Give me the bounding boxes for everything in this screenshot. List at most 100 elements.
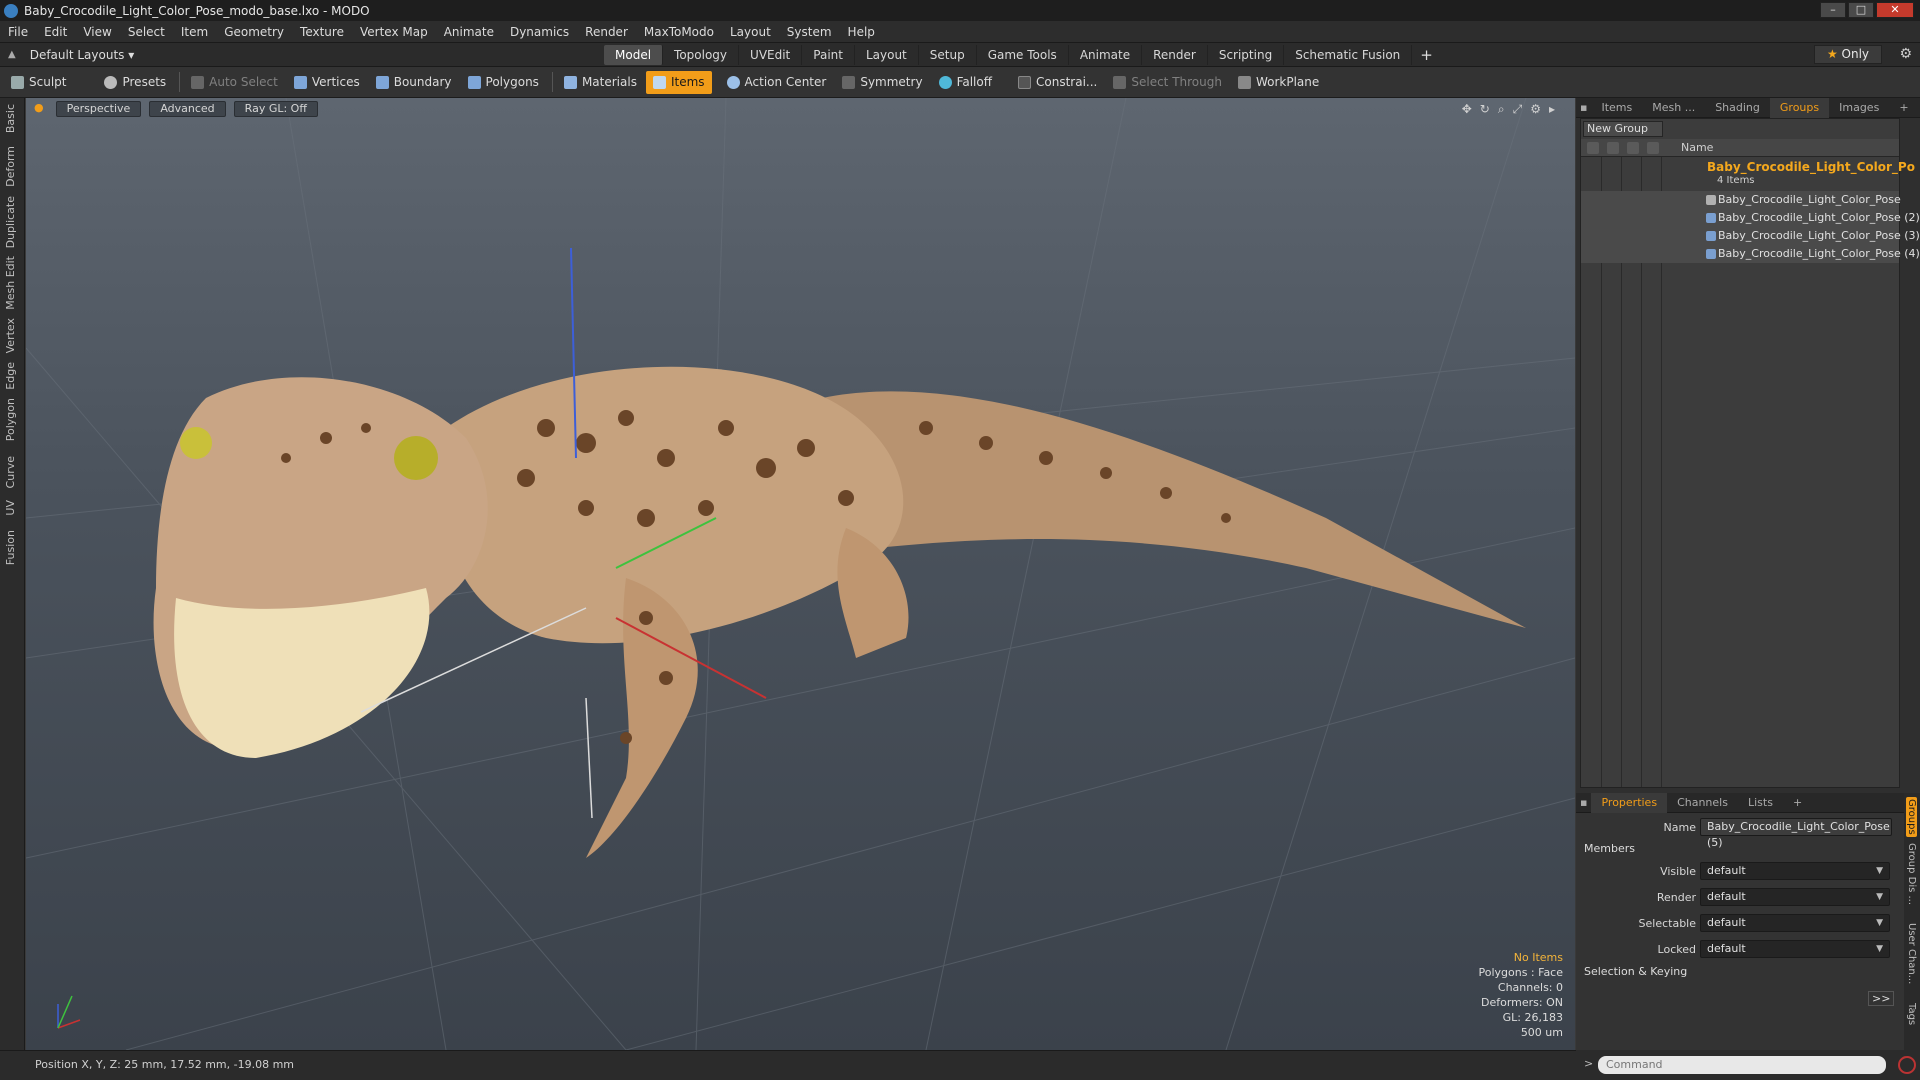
rotate-icon[interactable]: ↻ (1480, 102, 1490, 117)
tab-lists[interactable]: Lists (1738, 793, 1783, 813)
advanced-button[interactable]: Advanced (149, 101, 226, 117)
left-tab-vertex[interactable]: Vertex (4, 318, 17, 353)
menu-vertex-map[interactable]: Vertex Map (360, 25, 428, 39)
tab-render[interactable]: Render (1142, 44, 1208, 65)
left-tab-polygon[interactable]: Polygon (4, 398, 17, 441)
add-panel-tab-icon[interactable]: + (1889, 98, 1918, 118)
side-tab-user-channels[interactable]: User Chan... (1906, 923, 1917, 984)
command-stop-icon[interactable] (1898, 1056, 1916, 1074)
panel-menu-icon[interactable]: ▪ (1576, 98, 1591, 118)
tab-setup[interactable]: Setup (919, 44, 977, 65)
minimize-button[interactable]: – (1820, 2, 1846, 18)
more-button[interactable]: >> (1868, 991, 1895, 1006)
members-section[interactable]: Members (1584, 842, 1635, 855)
sculpt-button[interactable]: Sculpt (4, 71, 73, 94)
tab-paint[interactable]: Paint (802, 44, 855, 65)
tab-schematic-fusion[interactable]: Schematic Fusion (1284, 44, 1413, 65)
viewport-menu-dot-icon[interactable]: ● (30, 101, 48, 117)
materials-button[interactable]: Materials (557, 71, 644, 94)
selectable-select[interactable]: default ▼ (1700, 914, 1890, 932)
symmetry-button[interactable]: Symmetry (835, 71, 929, 94)
command-input[interactable]: Command (1598, 1056, 1886, 1074)
tab-animate[interactable]: Animate (1069, 44, 1143, 65)
tab-topology[interactable]: Topology (663, 44, 740, 65)
tab-scripting[interactable]: Scripting (1208, 44, 1285, 65)
visible-select[interactable]: default ▼ (1700, 862, 1890, 880)
falloff-button[interactable]: Falloff (932, 71, 999, 94)
only-button[interactable]: ★ Only (1814, 45, 1882, 64)
left-tab-curve[interactable]: Curve (4, 456, 17, 488)
pan-icon[interactable]: ✥ (1462, 102, 1472, 117)
render-select[interactable]: default ▼ (1700, 888, 1890, 906)
menu-texture[interactable]: Texture (300, 25, 344, 39)
group-item-row[interactable]: Baby_Crocodile_Light_Color_Pose (1581, 191, 1901, 209)
lock-column-icon[interactable] (1627, 142, 1639, 154)
menu-view[interactable]: View (83, 25, 111, 39)
menu-render[interactable]: Render (585, 25, 628, 39)
zoom-icon[interactable]: ⌕ (1498, 102, 1505, 117)
left-tab-edge[interactable]: Edge (4, 362, 17, 390)
menu-item[interactable]: Item (181, 25, 208, 39)
tab-images[interactable]: Images (1829, 98, 1889, 118)
boundary-button[interactable]: Boundary (369, 71, 459, 94)
ray-gl-button[interactable]: Ray GL: Off (233, 101, 318, 117)
add-properties-tab-icon[interactable]: + (1783, 793, 1812, 813)
workplane-button[interactable]: WorkPlane (1231, 71, 1326, 94)
tab-game-tools[interactable]: Game Tools (977, 44, 1069, 65)
tab-groups[interactable]: Groups (1769, 97, 1830, 118)
side-tab-group-display[interactable]: Group Dis ... (1906, 843, 1917, 905)
menu-layout[interactable]: Layout (730, 25, 771, 39)
left-tab-uv[interactable]: UV (4, 500, 17, 516)
new-group-button[interactable]: New Group (1583, 121, 1663, 137)
tab-properties[interactable]: Properties (1591, 792, 1668, 813)
maximize-viewport-icon[interactable]: ⤢ (1513, 102, 1523, 117)
tab-items[interactable]: Items (1591, 98, 1642, 118)
menu-help[interactable]: Help (848, 25, 875, 39)
menu-dynamics[interactable]: Dynamics (510, 25, 569, 39)
select-through-button[interactable]: Select Through (1106, 71, 1229, 94)
menu-animate[interactable]: Animate (444, 25, 494, 39)
viewport-settings-icon[interactable]: ⚙ (1530, 102, 1541, 117)
left-tab-deform[interactable]: Deform (4, 146, 17, 187)
render-column-icon[interactable] (1607, 142, 1619, 154)
tab-model[interactable]: Model (604, 44, 664, 65)
action-center-button[interactable]: Action Center (720, 71, 834, 94)
group-item-row[interactable]: Baby_Crocodile_Light_Color_Pose (3) (1581, 227, 1920, 245)
3d-viewport[interactable]: ● Perspective Advanced Ray GL: Off ✥ ↻ ⌕… (26, 98, 1575, 1050)
menu-maxtomodo[interactable]: MaxToModo (644, 25, 714, 39)
properties-menu-icon[interactable]: ▪ (1576, 793, 1591, 813)
left-tab-duplicate[interactable]: Duplicate (4, 196, 17, 248)
group-item-row[interactable]: Baby_Crocodile_Light_Color_Pose (4) (1581, 245, 1920, 263)
auto-select-button[interactable]: Auto Select (184, 71, 285, 94)
gear-icon[interactable]: ⚙ (1899, 46, 1912, 62)
presets-button[interactable]: Presets (97, 71, 173, 94)
side-tab-tags[interactable]: Tags (1906, 1003, 1917, 1025)
maximize-button[interactable]: □ (1848, 2, 1874, 18)
group-item-row[interactable]: Baby_Crocodile_Light_Color_Pose (2) (1581, 209, 1920, 227)
left-tab-mesh-edit[interactable]: Mesh Edit (4, 256, 17, 310)
tab-mesh[interactable]: Mesh ... (1642, 98, 1705, 118)
items-button[interactable]: Items (645, 70, 712, 94)
group-name-input[interactable]: Baby_Crocodile_Light_Color_Pose (5) (1700, 818, 1892, 849)
add-tab-button[interactable]: + (1420, 46, 1433, 64)
locked-select[interactable]: default ▼ (1700, 940, 1890, 958)
menu-edit[interactable]: Edit (44, 25, 67, 39)
layouts-dropdown[interactable]: ▲ Default Layouts ▾ (8, 48, 604, 62)
menu-geometry[interactable]: Geometry (224, 25, 284, 39)
left-tab-basic[interactable]: Basic (4, 104, 17, 133)
menu-select[interactable]: Select (128, 25, 165, 39)
side-tab-groups[interactable]: Groups (1906, 797, 1917, 837)
menu-system[interactable]: System (787, 25, 832, 39)
tab-layout[interactable]: Layout (855, 44, 919, 65)
close-button[interactable]: ✕ (1876, 2, 1914, 18)
left-tab-fusion[interactable]: Fusion (4, 530, 17, 565)
polygons-button[interactable]: Polygons (461, 71, 546, 94)
tab-shading[interactable]: Shading (1705, 98, 1770, 118)
viewport-expand-icon[interactable]: ▸ (1549, 102, 1555, 117)
vertices-button[interactable]: Vertices (287, 71, 367, 94)
eye-column-icon[interactable] (1587, 142, 1599, 154)
tab-channels[interactable]: Channels (1667, 793, 1738, 813)
name-column-label[interactable]: Name (1681, 141, 1713, 154)
selection-keying-section[interactable]: Selection & Keying (1584, 965, 1687, 978)
tab-uvedit[interactable]: UVEdit (739, 44, 803, 65)
